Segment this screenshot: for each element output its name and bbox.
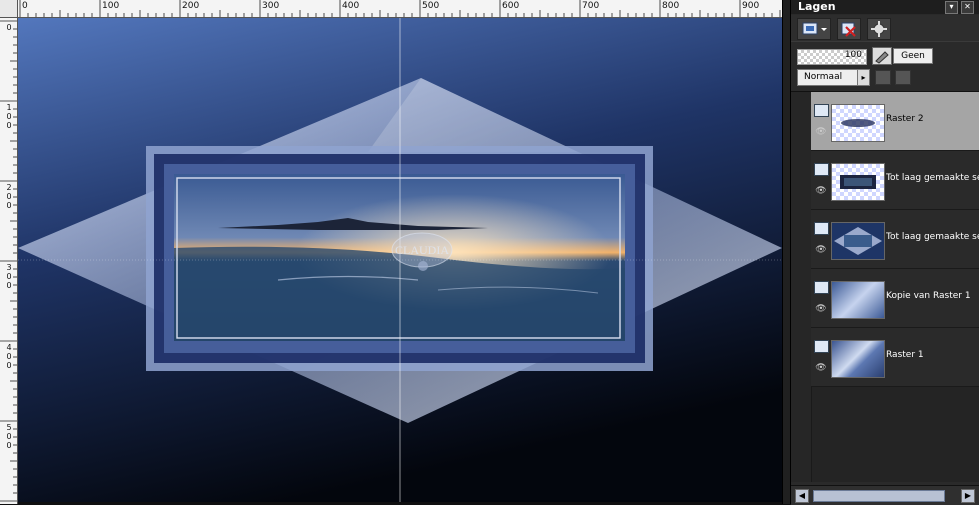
blend-row: Normaal ▸ <box>791 67 979 87</box>
ruler-label: 800 <box>662 1 680 11</box>
raster-layer-icon <box>814 104 829 117</box>
opacity-value: 100 <box>844 50 862 60</box>
mask-brush-icon[interactable] <box>872 47 892 65</box>
new-layer-icon <box>802 22 827 35</box>
scroll-left-icon[interactable]: ◀ <box>795 489 809 503</box>
new-layer-button[interactable] <box>797 18 831 40</box>
layer-row-kopie-raster-1[interactable]: 👁 Kopie van Raster 1 <box>811 269 979 328</box>
delete-layer-button[interactable] <box>837 18 861 40</box>
layer-row-raster-2[interactable]: 👁 Raster 2 <box>811 92 979 151</box>
mask-select[interactable]: Geen <box>893 48 933 64</box>
visibility-eye-icon[interactable]: 👁 <box>814 128 828 137</box>
ruler-label: 900 <box>742 1 760 11</box>
layer-row-raster-1[interactable]: 👁 Raster 1 <box>811 328 979 387</box>
visibility-eye-icon[interactable]: 👁 <box>814 246 828 255</box>
watermark-text: CLAUDIA <box>395 243 449 257</box>
layer-name: Kopie van Raster 1 <box>886 291 971 301</box>
properties-icon <box>871 21 887 37</box>
opacity-slider[interactable]: 100 <box>797 49 867 65</box>
raster-layer-icon <box>814 163 829 176</box>
ruler-label: 400 <box>342 1 360 11</box>
horizontal-ruler[interactable]: 0 100 200 300 400 500 600 700 800 900 <box>0 0 784 18</box>
scroll-right-icon[interactable]: ▶ <box>961 489 975 503</box>
layer-name: Raster 2 <box>886 114 924 124</box>
ruler-label: 500 <box>6 423 12 450</box>
blend-mode-arrow-icon[interactable]: ▸ <box>857 69 870 86</box>
raster-layer-icon <box>814 281 829 294</box>
visibility-eye-icon[interactable]: 👁 <box>814 364 828 373</box>
layer-properties-button[interactable] <box>867 18 891 40</box>
scrollbar-thumb[interactable] <box>813 490 945 502</box>
palette-title: Lagen <box>798 0 836 13</box>
lock-layer-icon[interactable] <box>895 70 911 85</box>
pin-icon[interactable]: ▾ <box>945 1 958 14</box>
delete-layer-icon <box>841 22 856 37</box>
image-canvas[interactable]: CLAUDIA <box>18 18 782 502</box>
layers-list-gutter <box>791 92 812 482</box>
layers-palette: Lagen ▾ ✕ 100 Geen Normaal ▸ 👁 Raster 2 … <box>790 0 979 505</box>
layers-toolbar <box>791 15 979 42</box>
ruler-label: 500 <box>422 1 440 11</box>
ruler-label: 300 <box>262 1 280 11</box>
raster-layer-icon <box>814 222 829 235</box>
ruler-label: 300 <box>6 263 12 290</box>
opacity-row: 100 Geen <box>791 46 979 66</box>
layers-list[interactable]: 👁 Raster 2 👁 Tot laag gemaakte selectie … <box>791 91 979 482</box>
layer-thumbnail <box>831 104 885 142</box>
layer-thumbnail <box>831 340 885 378</box>
ruler-label: 400 <box>6 343 12 370</box>
lock-transparency-icon[interactable] <box>875 70 891 85</box>
ruler-label: 100 <box>6 103 12 130</box>
layer-row-selection-1[interactable]: 👁 Tot laag gemaakte selectie <box>811 151 979 210</box>
layer-thumbnail <box>831 222 885 260</box>
layer-name: Tot laag gemaakte selectie <box>886 232 979 242</box>
ruler-label: 600 <box>502 1 520 11</box>
ruler-corner <box>0 0 18 18</box>
vertical-ruler[interactable]: 0 100 200 300 400 500 <box>0 17 18 504</box>
palette-titlebar[interactable]: Lagen ▾ ✕ <box>791 0 979 14</box>
visibility-eye-icon[interactable]: 👁 <box>814 187 828 196</box>
layer-thumbnail <box>831 281 885 319</box>
layer-thumbnail <box>831 163 885 201</box>
layer-row-selection-2[interactable]: 👁 Tot laag gemaakte selectie <box>811 210 979 269</box>
ruler-label: 0 <box>6 23 12 32</box>
raster-layer-icon <box>814 340 829 353</box>
ruler-label: 200 <box>6 183 12 210</box>
ruler-label: 200 <box>182 1 200 11</box>
watermark-logo: CLAUDIA <box>388 228 464 280</box>
ruler-label: 100 <box>102 1 120 11</box>
ruler-label: 700 <box>582 1 600 11</box>
layer-name: Tot laag gemaakte selectie <box>886 173 979 183</box>
visibility-eye-icon[interactable]: 👁 <box>814 305 828 314</box>
blend-mode-select[interactable]: Normaal <box>797 69 865 86</box>
close-icon[interactable]: ✕ <box>961 1 974 14</box>
ruler-label: 0 <box>22 1 28 11</box>
layers-horizontal-scrollbar[interactable]: ◀ ▶ <box>791 485 979 505</box>
layer-name: Raster 1 <box>886 350 924 360</box>
